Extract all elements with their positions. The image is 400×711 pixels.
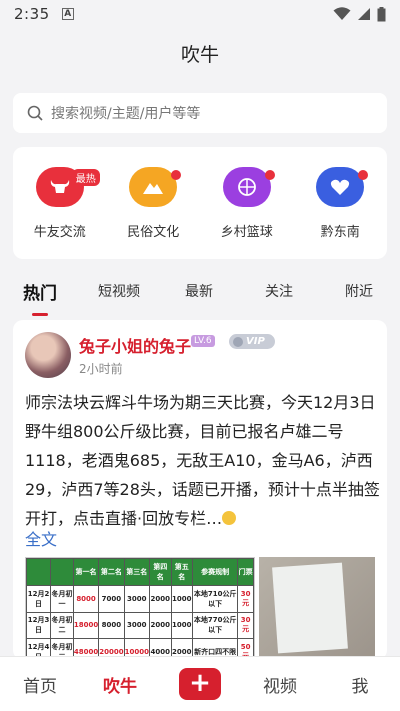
page-title: 吹牛 bbox=[180, 44, 219, 66]
notification-icon: A bbox=[61, 8, 74, 20]
category-label: 黔东南 bbox=[320, 225, 360, 240]
nav-home[interactable]: 首页 bbox=[0, 672, 80, 697]
basketball-icon bbox=[222, 167, 271, 207]
table-header-row: 第一名 第二名 第三名 第四名 第五名 参赛规制 门票 bbox=[25, 558, 254, 586]
tab-latest[interactable]: 最新 bbox=[185, 281, 213, 301]
vip-badge: VIP bbox=[229, 334, 275, 349]
category-niuyou[interactable]: 最热 牛友交流 bbox=[20, 167, 100, 259]
table-row: 12月2日 冬月初一 8000 7000 3000 2000 1000 本地71… bbox=[25, 584, 254, 613]
table-cell: 7000 bbox=[98, 584, 125, 613]
post-username[interactable]: 兔子小姐的兔子 bbox=[79, 333, 191, 357]
mountain-icon bbox=[129, 167, 178, 207]
search-bar[interactable]: 搜索视频/主题/用户等等 bbox=[13, 93, 387, 133]
hot-badge: 最热 bbox=[71, 169, 100, 186]
table-cell: 1000 bbox=[170, 584, 194, 613]
avatar[interactable] bbox=[25, 332, 71, 378]
tab-nearby[interactable]: 附近 bbox=[345, 281, 373, 301]
nav-video[interactable]: 视频 bbox=[240, 672, 320, 697]
vip-icon bbox=[233, 336, 243, 347]
notification-dot bbox=[358, 170, 369, 180]
table-cell: 第一名 bbox=[72, 558, 100, 586]
status-time: 2:35 bbox=[14, 5, 50, 23]
table-cell: 30元 bbox=[237, 611, 254, 640]
vip-label: VIP bbox=[246, 336, 265, 347]
nav-me[interactable]: 我 bbox=[320, 672, 400, 697]
post-text-body: 师宗法块云辉斗牛场为期三天比赛，今天12月3日野牛组800公斤级比赛，目前已报名… bbox=[25, 393, 380, 528]
table-cell: 冬月初一 bbox=[50, 584, 74, 613]
table-cell: 8000 bbox=[72, 584, 100, 613]
table-cell: 1000 bbox=[170, 611, 194, 640]
table-cell: 冬月初二 bbox=[50, 611, 74, 640]
read-more-link[interactable]: 全文 bbox=[25, 526, 57, 550]
table-cell: 第三名 bbox=[123, 558, 150, 586]
search-placeholder: 搜索视频/主题/用户等等 bbox=[51, 106, 201, 122]
category-label: 民俗文化 bbox=[127, 225, 180, 240]
table-cell: 门票 bbox=[237, 558, 254, 586]
table-cell: 第二名 bbox=[98, 558, 125, 586]
table-cell bbox=[50, 558, 74, 586]
post-image-schedule[interactable]: 第一名 第二名 第三名 第四名 第五名 参赛规制 门票 12月2日 冬月初一 8… bbox=[25, 557, 255, 660]
table-cell: 本地710公斤以下 bbox=[192, 584, 239, 613]
table-cell: 18000 bbox=[72, 611, 100, 640]
post-text: 师宗法块云辉斗牛场为期三天比赛，今天12月3日野牛组800公斤级比赛，目前已报名… bbox=[25, 388, 381, 533]
table-cell: 第四名 bbox=[148, 558, 172, 586]
table-cell: 3000 bbox=[123, 584, 150, 613]
status-bar: 2:35 A bbox=[0, 0, 400, 28]
schedule-table: 第一名 第二名 第三名 第四名 第五名 参赛规制 门票 12月2日 冬月初一 8… bbox=[25, 558, 254, 660]
table-cell: 30元 bbox=[237, 584, 254, 613]
status-icons bbox=[333, 6, 386, 22]
emoji-icon bbox=[222, 511, 237, 525]
table-cell: 2000 bbox=[148, 584, 172, 613]
tab-follow[interactable]: 关注 bbox=[265, 281, 293, 301]
table-cell: 本地770公斤以下 bbox=[192, 611, 239, 640]
post-image-photo[interactable] bbox=[259, 557, 375, 660]
heart-handshake-icon bbox=[316, 167, 365, 207]
category-label: 乡村篮球 bbox=[220, 225, 273, 240]
table-row: 12月3日 冬月初二 18000 8000 3000 2000 1000 本地7… bbox=[25, 611, 254, 640]
notification-dot bbox=[264, 170, 275, 180]
nav-chuiniu[interactable]: 吹牛 bbox=[80, 672, 160, 697]
nav-post[interactable]: + bbox=[160, 668, 240, 700]
level-badge: LV.6 bbox=[191, 335, 215, 347]
category-qiandongnan[interactable]: 黔东南 bbox=[300, 167, 380, 259]
plus-icon[interactable]: + bbox=[179, 668, 221, 700]
post-time: 2小时前 bbox=[79, 362, 123, 376]
feed-tabs: 热门 短视频 最新 关注 附近 bbox=[0, 268, 400, 314]
notification-dot bbox=[171, 170, 182, 180]
signal-icon bbox=[358, 8, 370, 20]
tab-hot[interactable]: 热门 bbox=[23, 279, 57, 304]
category-label: 牛友交流 bbox=[33, 225, 86, 240]
table-cell bbox=[25, 558, 52, 586]
search-icon bbox=[27, 105, 43, 121]
table-cell: 2000 bbox=[148, 611, 172, 640]
category-lanqiu[interactable]: 乡村篮球 bbox=[207, 167, 287, 259]
category-panel: 最热 牛友交流 民俗文化 乡村篮球 黔东南 bbox=[13, 147, 387, 259]
category-minsu[interactable]: 民俗文化 bbox=[113, 167, 193, 259]
table-cell: 8000 bbox=[98, 611, 125, 640]
table-cell: 参赛规制 bbox=[192, 558, 239, 586]
wifi-icon bbox=[333, 7, 351, 20]
table-cell: 12月3日 bbox=[25, 611, 52, 640]
table-cell: 12月2日 bbox=[25, 584, 52, 613]
table-cell: 3000 bbox=[123, 611, 150, 640]
tab-short-video[interactable]: 短视频 bbox=[98, 281, 140, 301]
post-card[interactable]: 兔子小姐的兔子 LV.6 VIP 2小时前 师宗法块云辉斗牛场为期三天比赛，今天… bbox=[13, 320, 387, 660]
bottom-nav: 首页 吹牛 + 视频 我 bbox=[0, 656, 400, 711]
table-cell: 第五名 bbox=[170, 558, 194, 586]
battery-icon bbox=[377, 6, 386, 21]
